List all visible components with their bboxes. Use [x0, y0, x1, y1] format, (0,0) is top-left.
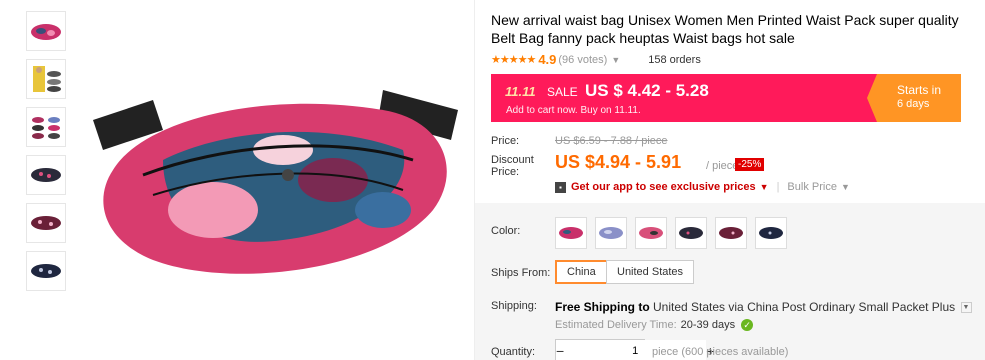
per-piece: / piece [706, 160, 739, 172]
promo-banner: 11.11 SALE US $ 4.42 - 5.28 Add to cart … [491, 74, 961, 122]
thumbnail-3[interactable] [26, 107, 66, 147]
waist-bag-image [93, 90, 458, 274]
color-label: Color: [491, 225, 521, 237]
color-swatch-5[interactable] [715, 217, 747, 249]
promo-tag: 11.11 [505, 84, 536, 99]
color-swatch-3[interactable] [635, 217, 667, 249]
thumbnail-4[interactable] [26, 155, 66, 195]
quantity-note: piece (600 pieces available) [652, 346, 789, 358]
discount-label-2: Price: [491, 166, 520, 178]
promo-price: US $ 4.42 - 5.28 [585, 81, 709, 100]
product-title: New arrival waist bag Unisex Women Men P… [491, 12, 959, 46]
bulk-price-link[interactable]: Bulk Price [787, 181, 837, 193]
app-promo-row: Get our app to see exclusive prices ▼ | … [555, 181, 850, 193]
discount-badge: -25% [735, 158, 765, 171]
quantity-stepper: − + [555, 339, 714, 360]
rating-row: ★★★★★ 4.9 (96 votes) ▼ 158 orders [491, 52, 701, 67]
ships-from-united-states[interactable]: United States [606, 260, 695, 284]
chevron-down-icon[interactable]: ▼ [611, 55, 620, 65]
product-page: New arrival waist bag Unisex Women Men P… [0, 0, 985, 360]
minus-button[interactable]: − [556, 340, 564, 360]
color-swatch-2[interactable] [595, 217, 627, 249]
thumbnail-1[interactable] [26, 11, 66, 51]
rating-stars-icon: ★★★★★ [491, 54, 536, 66]
thumbnail-list [26, 11, 66, 299]
color-swatch-1[interactable] [555, 217, 587, 249]
promo-sale-label: SALE [547, 85, 578, 99]
ships-from-china[interactable]: China [555, 260, 608, 284]
est-label: Estimated Delivery Time: [555, 319, 677, 331]
options-section: Color: Ships From: China United States S… [475, 203, 985, 360]
ships-from-label: Ships From: [491, 267, 551, 279]
main-product-image[interactable] [78, 0, 468, 360]
discount-label-1: Discount [491, 154, 534, 166]
thumbnail-6[interactable] [26, 251, 66, 291]
promo-countdown: Starts in 6 days [867, 74, 961, 122]
estimated-delivery: Estimated Delivery Time: 20-39 days ✓ [555, 319, 754, 332]
divider: | [776, 181, 780, 193]
free-shipping: Free Shipping to [555, 300, 650, 314]
est-days: 20-39 days [680, 319, 736, 331]
qr-code-icon [555, 181, 566, 193]
quantity-label: Quantity: [491, 346, 536, 358]
original-price: US $6.59 - 7.88 / piece [555, 135, 668, 147]
shipping-destination[interactable]: United States via China Post Ordinary Sm… [653, 300, 955, 314]
shipping-label: Shipping: [491, 300, 537, 312]
votes-link[interactable]: (96 votes) [558, 54, 607, 66]
shipping-info: Free Shipping to United States via China… [555, 300, 972, 314]
rating-value: 4.9 [538, 52, 557, 67]
check-icon: ✓ [741, 319, 754, 332]
thumbnail-2[interactable] [26, 59, 66, 99]
product-info-panel: New arrival waist bag Unisex Women Men P… [474, 0, 985, 360]
thumbnail-5[interactable] [26, 203, 66, 243]
price-label: Price: [491, 135, 520, 147]
chevron-down-icon[interactable]: ▼ [760, 182, 769, 192]
orders-count: 158 orders [648, 53, 701, 66]
chevron-down-icon[interactable]: ▼ [960, 302, 972, 314]
color-swatch-6[interactable] [755, 217, 787, 249]
starts-in-label: Starts in [897, 83, 942, 97]
discount-price: US $4.94 - 5.91 [555, 152, 682, 172]
chevron-down-icon[interactable]: ▼ [841, 182, 850, 192]
color-swatch-4[interactable] [675, 217, 707, 249]
app-link[interactable]: Get our app to see exclusive prices [571, 181, 756, 193]
promo-note: Add to cart now. Buy on 11.11. [506, 105, 641, 116]
starts-in-value: 6 days [897, 98, 930, 110]
